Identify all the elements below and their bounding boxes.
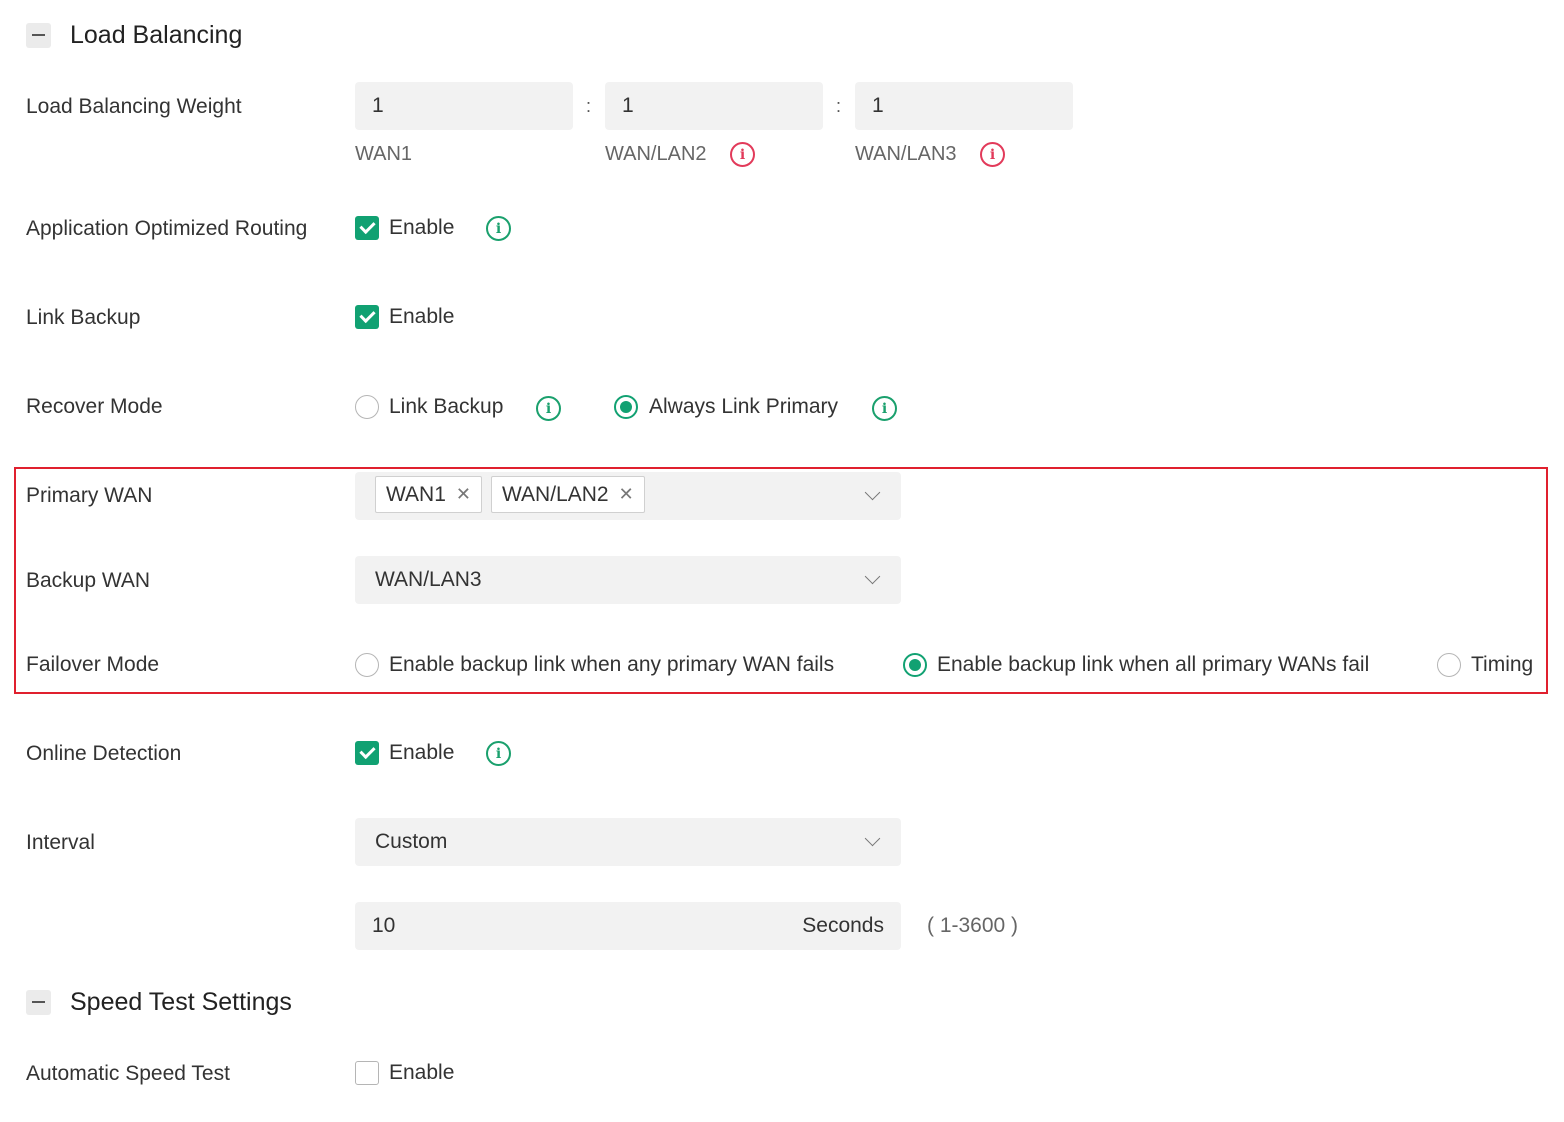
wan1-port-label: WAN1: [355, 143, 413, 165]
primary-wan-label: Primary WAN: [26, 484, 153, 507]
speed-test-header[interactable]: Speed Test Settings: [26, 988, 292, 1016]
wanlan3-port-label: WAN/LAN3: [855, 143, 957, 165]
online-detection-checkbox[interactable]: [355, 741, 379, 765]
failover-timing-option[interactable]: Timing: [1471, 652, 1533, 678]
app-routing-option[interactable]: Enable: [389, 215, 454, 241]
recover-link-backup-option[interactable]: Link Backup: [389, 394, 503, 420]
recover-always-primary-option[interactable]: Always Link Primary: [649, 394, 838, 420]
recover-mode-label: Recover Mode: [26, 395, 163, 418]
info-icon[interactable]: i: [536, 396, 561, 421]
failover-all-option[interactable]: Enable backup link when all primary WANs…: [937, 652, 1369, 678]
auto-speed-test-label: Automatic Speed Test: [26, 1062, 230, 1085]
recover-link-backup-radio[interactable]: [355, 395, 379, 419]
app-routing-label: Application Optimized Routing: [26, 217, 308, 240]
info-icon[interactable]: i: [486, 216, 511, 241]
weight-label: Load Balancing Weight: [26, 95, 242, 118]
chevron-down-icon[interactable]: [864, 568, 881, 585]
primary-wan-select[interactable]: WAN1 ✕ WAN/LAN2 ✕: [355, 472, 901, 520]
failover-mode-label: Failover Mode: [26, 653, 160, 676]
online-detection-label: Online Detection: [26, 742, 182, 765]
collapse-icon[interactable]: [26, 989, 51, 1015]
wanlan2-weight-input[interactable]: 1: [605, 82, 823, 130]
collapse-icon[interactable]: [26, 22, 51, 48]
online-detection-option[interactable]: Enable: [389, 740, 454, 766]
load-balancing-header[interactable]: Load Balancing: [26, 21, 242, 49]
interval-select[interactable]: Custom: [355, 818, 901, 866]
seconds-unit: Seconds: [802, 914, 884, 937]
link-backup-label: Link Backup: [26, 306, 141, 329]
close-icon[interactable]: ✕: [456, 484, 471, 505]
link-backup-option[interactable]: Enable: [389, 304, 454, 330]
section-title: Speed Test Settings: [70, 987, 292, 1016]
weight-separator: :: [586, 96, 592, 116]
backup-wan-label: Backup WAN: [26, 569, 151, 592]
failover-timing-radio[interactable]: [1437, 653, 1461, 677]
auto-speed-test-option[interactable]: Enable: [389, 1060, 454, 1086]
recover-always-primary-radio[interactable]: [614, 395, 638, 419]
interval-seconds-input[interactable]: 10 Seconds: [355, 902, 901, 950]
info-icon[interactable]: i: [980, 142, 1005, 167]
auto-speed-test-checkbox[interactable]: [355, 1061, 379, 1085]
wan1-weight-input[interactable]: 1: [355, 82, 573, 130]
wanlan2-port-label: WAN/LAN2: [605, 143, 707, 165]
primary-wan-tag: WAN/LAN2 ✕: [491, 476, 645, 513]
close-icon[interactable]: ✕: [619, 484, 634, 505]
primary-wan-tag: WAN1 ✕: [375, 476, 482, 513]
section-title: Load Balancing: [70, 20, 243, 49]
weight-separator: :: [836, 96, 842, 116]
link-backup-checkbox[interactable]: [355, 305, 379, 329]
backup-wan-select[interactable]: WAN/LAN3: [355, 556, 901, 604]
failover-all-radio[interactable]: [903, 653, 927, 677]
interval-range-hint: ( 1-3600 ): [927, 914, 1019, 937]
info-icon[interactable]: i: [486, 741, 511, 766]
wanlan3-weight-input[interactable]: 1: [855, 82, 1073, 130]
info-icon[interactable]: i: [730, 142, 755, 167]
chevron-down-icon[interactable]: [864, 830, 881, 847]
chevron-down-icon[interactable]: [864, 484, 881, 501]
failover-any-radio[interactable]: [355, 653, 379, 677]
failover-any-option[interactable]: Enable backup link when any primary WAN …: [389, 652, 834, 678]
info-icon[interactable]: i: [872, 396, 897, 421]
interval-label: Interval: [26, 831, 95, 854]
app-routing-checkbox[interactable]: [355, 216, 379, 240]
